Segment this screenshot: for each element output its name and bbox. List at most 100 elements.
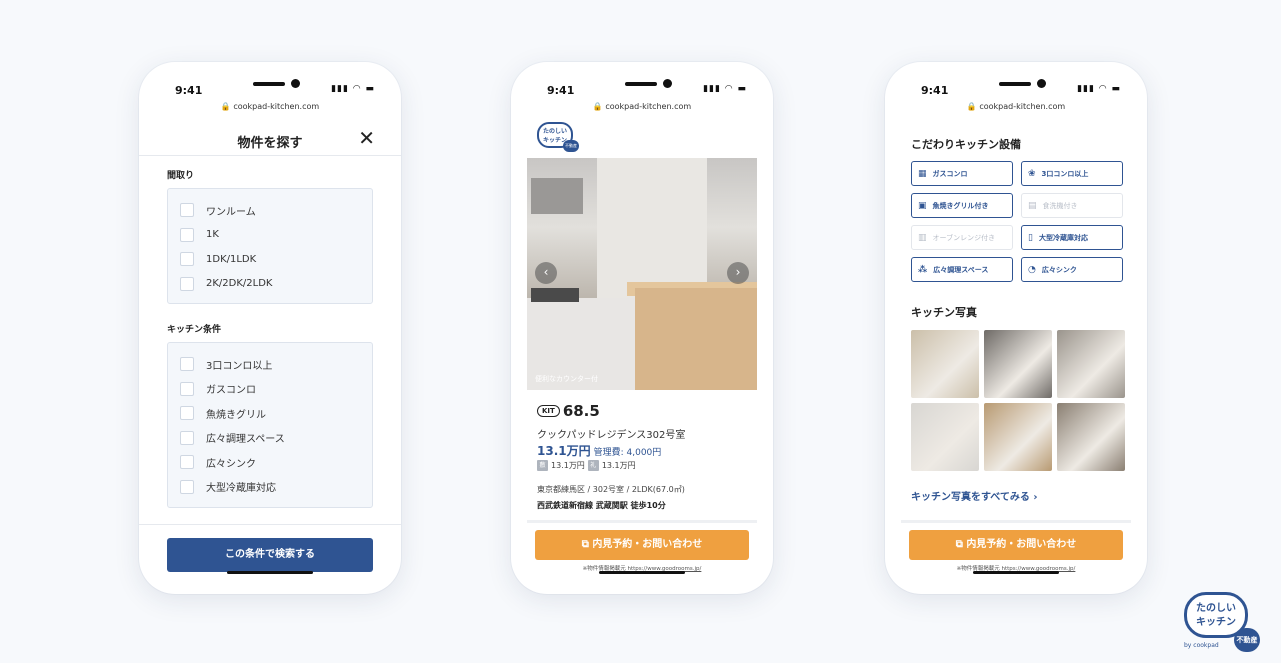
- feature-oven[interactable]: ▥ オーブンレンジ付き: [911, 225, 1013, 250]
- close-icon[interactable]: ✕: [358, 126, 375, 150]
- option-sink[interactable]: 広々シンク: [168, 450, 372, 475]
- status-time: 9:41: [175, 84, 203, 97]
- feature-grill[interactable]: ▣ 魚焼きグリル付き: [911, 193, 1013, 218]
- layout-label: 間取り: [167, 171, 195, 181]
- option-fish-grill[interactable]: 魚焼きグリル: [168, 401, 372, 426]
- checkbox[interactable]: [180, 430, 194, 445]
- logo-tag: 不動産: [563, 140, 579, 152]
- home-indicator: [599, 571, 685, 574]
- feature-three-burner[interactable]: ❀ 3口コンロ以上: [1021, 161, 1123, 186]
- checkbox[interactable]: [180, 406, 194, 421]
- feature-sink[interactable]: ◔ 広々シンク: [1021, 257, 1123, 282]
- kitchen-photo-thumb[interactable]: [1057, 403, 1125, 471]
- option-1dk[interactable]: 1DK/1LDK: [168, 247, 372, 272]
- brand-logo: たのしい キッチン 不動産 by cookpad: [1180, 588, 1262, 658]
- feature-label: ガスコンロ: [932, 169, 968, 178]
- phone-search-screen: 9:41 ▮▮▮ ◠ ▬ 🔒 cookpad-kitchen.com 物件を探す…: [139, 62, 401, 594]
- option-1k[interactable]: 1K: [168, 223, 372, 248]
- option-label: 1K: [206, 229, 219, 241]
- photos-title: キッチン写真: [911, 306, 977, 319]
- three-burner-icon: ❀: [1028, 168, 1036, 179]
- kitchen-photo-thumb[interactable]: [911, 330, 979, 398]
- photo-hood: [531, 178, 583, 214]
- notch: [625, 82, 657, 86]
- checkbox[interactable]: [180, 381, 194, 396]
- grill-icon: ▣: [918, 200, 927, 211]
- camera-icon: [663, 79, 672, 88]
- checkbox[interactable]: [180, 455, 194, 470]
- url-text: cookpad-kitchen.com: [233, 102, 320, 111]
- search-button[interactable]: この条件で検索する: [167, 538, 373, 572]
- layout-options: ワンルーム 1K 1DK/1LDK 2K/2DK/2LDK: [167, 188, 373, 304]
- kitchen-label: キッチン条件: [167, 325, 222, 335]
- key-money-tag: 礼: [587, 460, 599, 471]
- phone-features-screen: 9:41 ▮▮▮ ◠ ▬ 🔒 cookpad-kitchen.com こだわりキ…: [885, 62, 1147, 594]
- kitchen-photo-thumb[interactable]: [984, 403, 1052, 471]
- signal-wifi-battery-icon: ▮▮▮ ◠ ▬: [1077, 84, 1121, 94]
- next-photo-icon[interactable]: ›: [727, 262, 749, 284]
- url-bar[interactable]: 🔒 cookpad-kitchen.com: [139, 102, 401, 111]
- checkbox[interactable]: [180, 357, 194, 372]
- photo-stove: [531, 288, 579, 302]
- option-three-burner[interactable]: 3口コンロ以上: [168, 352, 372, 377]
- status-bar: 9:41 ▮▮▮ ◠ ▬: [511, 79, 773, 100]
- option-label: ガスコンロ: [206, 385, 256, 397]
- url-text: cookpad-kitchen.com: [979, 102, 1066, 111]
- feature-label: 3口コンロ以上: [1041, 169, 1089, 178]
- option-label: ワンルーム: [206, 206, 256, 218]
- option-one-room[interactable]: ワンルーム: [168, 198, 372, 223]
- station-access: 西武鉄道新宿線 武蔵関駅 徒歩10分: [537, 501, 666, 510]
- deposit-tag: 敷: [537, 460, 548, 471]
- brand-tag: 不動産: [1234, 628, 1260, 652]
- stove-icon: ▦: [918, 168, 927, 179]
- option-gas-stove[interactable]: ガスコンロ: [168, 377, 372, 402]
- checkbox[interactable]: [180, 203, 194, 218]
- camera-icon: [1037, 79, 1046, 88]
- option-label: 大型冷蔵庫対応: [206, 483, 276, 495]
- feature-label: 広々シンク: [1041, 265, 1077, 274]
- fridge-icon: ▯: [1028, 232, 1033, 243]
- status-time: 9:41: [921, 84, 949, 97]
- option-2k[interactable]: 2K/2DK/2LDK: [168, 272, 372, 297]
- kitchen-photo-thumb[interactable]: [911, 403, 979, 471]
- kit-score-value: 68.5: [562, 402, 600, 420]
- key-money-value: 13.1万円: [601, 461, 636, 470]
- url-bar[interactable]: 🔒 cookpad-kitchen.com: [885, 102, 1147, 111]
- checkbox[interactable]: [180, 276, 194, 291]
- address: 東京都練馬区 / 302号室 / 2LDK(67.0㎡): [537, 485, 685, 494]
- checkbox[interactable]: [180, 227, 194, 242]
- sink-icon: ◔: [1028, 264, 1036, 275]
- kitchen-photo-thumb[interactable]: [1057, 330, 1125, 398]
- dishwasher-icon: ▤: [1028, 200, 1037, 211]
- checkbox[interactable]: [180, 479, 194, 494]
- photo-caption: 便利なカウンター付: [535, 375, 598, 383]
- kit-icon: KIT: [537, 405, 560, 417]
- status-bar: 9:41 ▮▮▮ ◠ ▬: [885, 79, 1147, 100]
- url-bar[interactable]: 🔒 cookpad-kitchen.com: [511, 102, 773, 111]
- inquiry-button[interactable]: ⧉ 内見予約・お問い合わせ: [909, 530, 1123, 560]
- checkbox[interactable]: [180, 252, 194, 267]
- property-name: クックパッドレジデンス302号室: [537, 430, 686, 441]
- inquiry-label: 内見予約・お問い合わせ: [966, 539, 1077, 550]
- feature-fridge[interactable]: ▯ 大型冷蔵庫対応: [1021, 225, 1123, 250]
- see-all-photos-link[interactable]: キッチン写真をすべてみる ›: [911, 488, 1038, 503]
- oven-icon: ▥: [918, 232, 927, 243]
- feature-stove[interactable]: ▦ ガスコンロ: [911, 161, 1013, 186]
- status-bar: 9:41 ▮▮▮ ◠ ▬: [139, 79, 401, 100]
- option-fridge[interactable]: 大型冷蔵庫対応: [168, 475, 372, 500]
- camera-icon: [291, 79, 300, 88]
- deposit-value: 13.1万円: [551, 461, 585, 470]
- site-logo[interactable]: たのしい キッチン 不動産: [535, 120, 579, 156]
- prev-photo-icon[interactable]: ‹: [535, 262, 557, 284]
- feature-label: 魚焼きグリル付き: [932, 201, 989, 210]
- signal-wifi-battery-icon: ▮▮▮ ◠ ▬: [703, 84, 747, 94]
- option-label: 広々調理スペース: [206, 434, 285, 446]
- kitchen-photo: ‹ › 便利なカウンター付: [527, 158, 757, 390]
- option-label: 2K/2DK/2LDK: [206, 278, 273, 290]
- inquiry-button[interactable]: ⧉ 内見予約・お問い合わせ: [535, 530, 749, 560]
- option-workspace[interactable]: 広々調理スペース: [168, 426, 372, 451]
- feature-dishwasher[interactable]: ▤ 食洗機付き: [1021, 193, 1123, 218]
- kitchen-photo-thumb[interactable]: [984, 330, 1052, 398]
- feature-workspace[interactable]: ⁂ 広々調理スペース: [911, 257, 1013, 282]
- signal-wifi-battery-icon: ▮▮▮ ◠ ▬: [331, 84, 375, 94]
